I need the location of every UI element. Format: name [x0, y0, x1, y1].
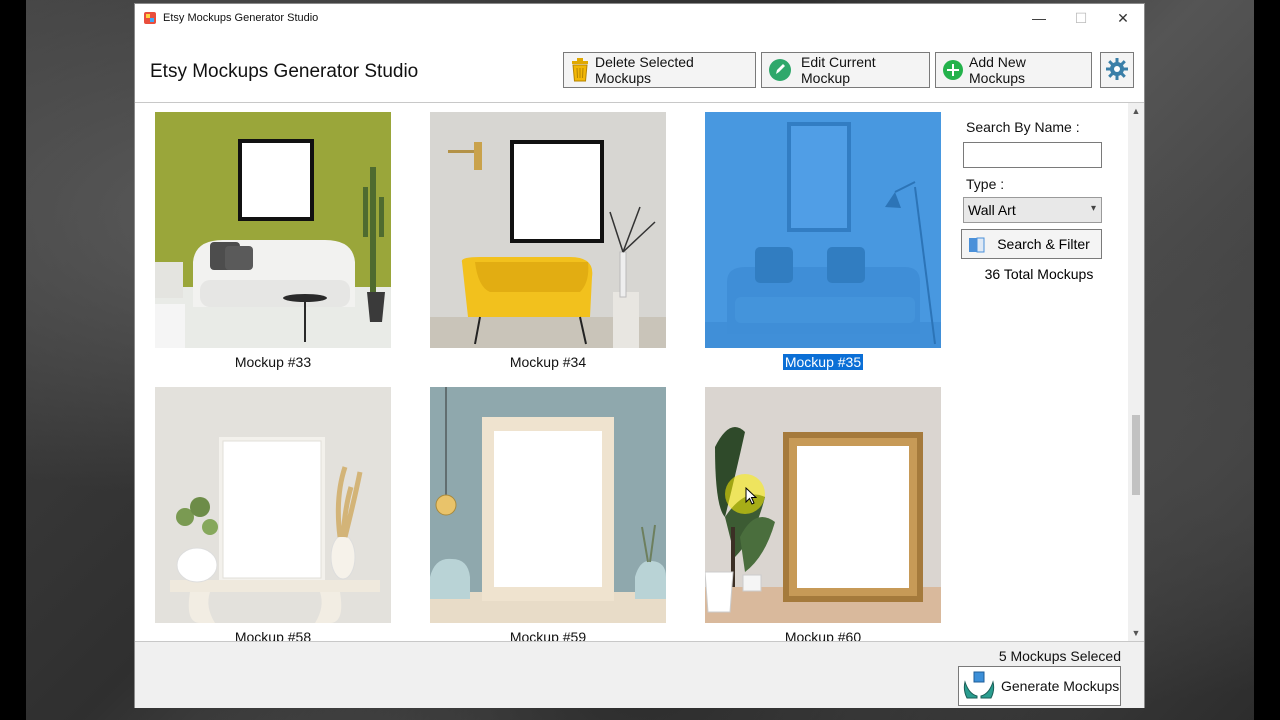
- mockup-thumbnail[interactable]: [705, 112, 941, 348]
- add-new-button[interactable]: Add New Mockups: [935, 52, 1092, 88]
- type-select[interactable]: Wall Art ▾: [963, 197, 1102, 223]
- delete-selected-label: Delete Selected Mockups: [595, 54, 694, 86]
- mockup-label: Mockup #35: [782, 354, 864, 370]
- mockup-card[interactable]: Mockup #59: [430, 387, 666, 641]
- plus-circle-icon: [942, 59, 964, 81]
- mockup-card[interactable]: Mockup #34: [430, 112, 666, 372]
- mockup-thumbnail[interactable]: [430, 112, 666, 348]
- delete-selected-button[interactable]: Delete Selected Mockups: [563, 52, 756, 88]
- close-button[interactable]: ✕: [1102, 4, 1144, 32]
- type-select-value: Wall Art: [968, 202, 1016, 218]
- scroll-up-arrow-icon[interactable]: ▲: [1128, 103, 1144, 119]
- generate-mockups-label: Generate Mockups: [1001, 678, 1120, 694]
- mockup-card[interactable]: Mockup #58: [155, 387, 391, 641]
- selection-overlay: [705, 112, 941, 348]
- mockup-label: Mockup #60: [784, 629, 862, 641]
- scroll-down-arrow-icon[interactable]: ▼: [1128, 625, 1144, 641]
- mockup-label: Mockup #58: [234, 629, 312, 641]
- add-new-label: Add New Mockups: [969, 54, 1026, 86]
- chevron-down-icon: ▾: [1090, 203, 1096, 214]
- hands-cube-icon: [963, 670, 995, 703]
- book-icon: [968, 236, 986, 257]
- mockup-label: Mockup #33: [234, 354, 312, 370]
- type-label: Type :: [966, 176, 1005, 192]
- mockup-label: Mockup #34: [509, 354, 587, 370]
- generate-mockups-button[interactable]: Generate Mockups: [958, 666, 1121, 706]
- app-logo-icon: [143, 11, 157, 25]
- letterbox-left: [0, 0, 26, 720]
- gear-icon: [1105, 57, 1129, 84]
- edit-current-label: Edit Current Mockup: [801, 54, 876, 86]
- letterbox-right: [1254, 0, 1280, 720]
- selected-count: 5 Mockups Seleced: [998, 648, 1121, 664]
- edit-pencil-icon: [768, 58, 792, 82]
- mockup-thumbnail[interactable]: [155, 387, 391, 623]
- title-bar[interactable]: Etsy Mockups Generator Studio — ☐ ✕: [135, 4, 1144, 32]
- trash-icon: [570, 58, 590, 82]
- app-header: Etsy Mockups Generator Studio Delete Sel…: [135, 32, 1144, 103]
- total-mockups-count: 36 Total Mockups: [984, 266, 1094, 282]
- mockup-card-selected[interactable]: Mockup #35: [705, 112, 941, 372]
- search-filter-label: Search & Filter: [997, 236, 1090, 252]
- mouse-cursor-icon: [745, 486, 758, 510]
- window-title: Etsy Mockups Generator Studio: [163, 12, 319, 24]
- mockup-card[interactable]: Mockup #60: [705, 387, 941, 641]
- search-filter-button[interactable]: Search & Filter: [961, 229, 1102, 259]
- footer-bar: 5 Mockups Seleced Generate Mockups: [135, 641, 1144, 708]
- mockup-label: Mockup #59: [509, 629, 587, 641]
- search-input[interactable]: [963, 142, 1102, 168]
- minimize-button[interactable]: —: [1018, 4, 1060, 32]
- mockup-card[interactable]: Mockup #33: [155, 112, 391, 372]
- search-by-name-label: Search By Name :: [966, 119, 1080, 135]
- maximize-button[interactable]: ☐: [1060, 4, 1102, 32]
- mockup-gallery: Mockup #33 Mockup #34 Mockup #35 Mockup …: [135, 103, 1144, 641]
- mockup-thumbnail[interactable]: [155, 112, 391, 348]
- app-heading: Etsy Mockups Generator Studio: [150, 61, 419, 82]
- settings-button[interactable]: [1100, 52, 1134, 88]
- scroll-thumb[interactable]: [1132, 415, 1140, 495]
- edit-current-button[interactable]: Edit Current Mockup: [761, 52, 930, 88]
- app-window: Etsy Mockups Generator Studio — ☐ ✕ Etsy…: [134, 3, 1145, 708]
- mockup-thumbnail[interactable]: [430, 387, 666, 623]
- vertical-scrollbar[interactable]: ▲ ▼: [1128, 103, 1144, 641]
